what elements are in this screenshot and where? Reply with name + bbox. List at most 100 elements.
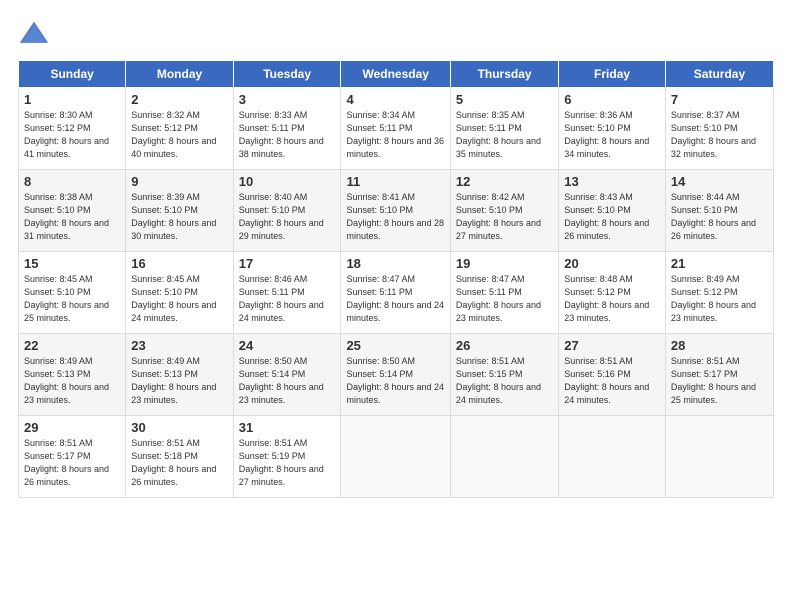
weekday-sunday: Sunday <box>19 61 126 88</box>
day-info: Sunrise: 8:51 AM Sunset: 5:15 PM Dayligh… <box>456 355 553 407</box>
calendar-cell: 31 Sunrise: 8:51 AM Sunset: 5:19 PM Dayl… <box>233 416 341 498</box>
weekday-thursday: Thursday <box>450 61 558 88</box>
calendar-cell: 25 Sunrise: 8:50 AM Sunset: 5:14 PM Dayl… <box>341 334 450 416</box>
calendar: SundayMondayTuesdayWednesdayThursdayFrid… <box>18 60 774 498</box>
calendar-cell: 4 Sunrise: 8:34 AM Sunset: 5:11 PM Dayli… <box>341 88 450 170</box>
day-number: 17 <box>239 256 336 271</box>
day-info: Sunrise: 8:47 AM Sunset: 5:11 PM Dayligh… <box>456 273 553 325</box>
header <box>18 18 774 50</box>
day-number: 2 <box>131 92 227 107</box>
day-info: Sunrise: 8:33 AM Sunset: 5:11 PM Dayligh… <box>239 109 336 161</box>
day-number: 29 <box>24 420 120 435</box>
day-number: 1 <box>24 92 120 107</box>
calendar-cell: 3 Sunrise: 8:33 AM Sunset: 5:11 PM Dayli… <box>233 88 341 170</box>
day-number: 12 <box>456 174 553 189</box>
day-number: 4 <box>346 92 444 107</box>
calendar-cell: 2 Sunrise: 8:32 AM Sunset: 5:12 PM Dayli… <box>126 88 233 170</box>
weekday-tuesday: Tuesday <box>233 61 341 88</box>
day-number: 31 <box>239 420 336 435</box>
day-info: Sunrise: 8:38 AM Sunset: 5:10 PM Dayligh… <box>24 191 120 243</box>
day-info: Sunrise: 8:47 AM Sunset: 5:11 PM Dayligh… <box>346 273 444 325</box>
day-info: Sunrise: 8:40 AM Sunset: 5:10 PM Dayligh… <box>239 191 336 243</box>
day-info: Sunrise: 8:51 AM Sunset: 5:19 PM Dayligh… <box>239 437 336 489</box>
calendar-cell <box>559 416 666 498</box>
calendar-cell: 18 Sunrise: 8:47 AM Sunset: 5:11 PM Dayl… <box>341 252 450 334</box>
day-info: Sunrise: 8:45 AM Sunset: 5:10 PM Dayligh… <box>131 273 227 325</box>
day-info: Sunrise: 8:49 AM Sunset: 5:13 PM Dayligh… <box>24 355 120 407</box>
calendar-cell: 14 Sunrise: 8:44 AM Sunset: 5:10 PM Dayl… <box>665 170 773 252</box>
day-info: Sunrise: 8:51 AM Sunset: 5:18 PM Dayligh… <box>131 437 227 489</box>
calendar-cell: 13 Sunrise: 8:43 AM Sunset: 5:10 PM Dayl… <box>559 170 666 252</box>
calendar-cell: 16 Sunrise: 8:45 AM Sunset: 5:10 PM Dayl… <box>126 252 233 334</box>
calendar-cell: 9 Sunrise: 8:39 AM Sunset: 5:10 PM Dayli… <box>126 170 233 252</box>
day-info: Sunrise: 8:51 AM Sunset: 5:17 PM Dayligh… <box>24 437 120 489</box>
calendar-cell: 5 Sunrise: 8:35 AM Sunset: 5:11 PM Dayli… <box>450 88 558 170</box>
calendar-cell: 26 Sunrise: 8:51 AM Sunset: 5:15 PM Dayl… <box>450 334 558 416</box>
calendar-week-3: 15 Sunrise: 8:45 AM Sunset: 5:10 PM Dayl… <box>19 252 774 334</box>
day-number: 6 <box>564 92 660 107</box>
day-info: Sunrise: 8:36 AM Sunset: 5:10 PM Dayligh… <box>564 109 660 161</box>
calendar-body: 1 Sunrise: 8:30 AM Sunset: 5:12 PM Dayli… <box>19 88 774 498</box>
calendar-week-4: 22 Sunrise: 8:49 AM Sunset: 5:13 PM Dayl… <box>19 334 774 416</box>
weekday-saturday: Saturday <box>665 61 773 88</box>
calendar-cell: 28 Sunrise: 8:51 AM Sunset: 5:17 PM Dayl… <box>665 334 773 416</box>
calendar-week-1: 1 Sunrise: 8:30 AM Sunset: 5:12 PM Dayli… <box>19 88 774 170</box>
calendar-week-5: 29 Sunrise: 8:51 AM Sunset: 5:17 PM Dayl… <box>19 416 774 498</box>
day-info: Sunrise: 8:39 AM Sunset: 5:10 PM Dayligh… <box>131 191 227 243</box>
day-number: 22 <box>24 338 120 353</box>
day-number: 30 <box>131 420 227 435</box>
day-number: 7 <box>671 92 768 107</box>
day-number: 13 <box>564 174 660 189</box>
day-info: Sunrise: 8:49 AM Sunset: 5:13 PM Dayligh… <box>131 355 227 407</box>
weekday-wednesday: Wednesday <box>341 61 450 88</box>
day-number: 3 <box>239 92 336 107</box>
day-info: Sunrise: 8:45 AM Sunset: 5:10 PM Dayligh… <box>24 273 120 325</box>
logo-icon <box>18 18 50 50</box>
weekday-header-row: SundayMondayTuesdayWednesdayThursdayFrid… <box>19 61 774 88</box>
day-number: 5 <box>456 92 553 107</box>
weekday-friday: Friday <box>559 61 666 88</box>
day-info: Sunrise: 8:51 AM Sunset: 5:17 PM Dayligh… <box>671 355 768 407</box>
calendar-cell: 15 Sunrise: 8:45 AM Sunset: 5:10 PM Dayl… <box>19 252 126 334</box>
day-number: 14 <box>671 174 768 189</box>
calendar-cell: 1 Sunrise: 8:30 AM Sunset: 5:12 PM Dayli… <box>19 88 126 170</box>
day-info: Sunrise: 8:46 AM Sunset: 5:11 PM Dayligh… <box>239 273 336 325</box>
day-number: 18 <box>346 256 444 271</box>
calendar-cell: 17 Sunrise: 8:46 AM Sunset: 5:11 PM Dayl… <box>233 252 341 334</box>
day-info: Sunrise: 8:37 AM Sunset: 5:10 PM Dayligh… <box>671 109 768 161</box>
calendar-cell: 29 Sunrise: 8:51 AM Sunset: 5:17 PM Dayl… <box>19 416 126 498</box>
day-number: 9 <box>131 174 227 189</box>
calendar-cell: 19 Sunrise: 8:47 AM Sunset: 5:11 PM Dayl… <box>450 252 558 334</box>
day-number: 11 <box>346 174 444 189</box>
day-number: 28 <box>671 338 768 353</box>
calendar-cell: 23 Sunrise: 8:49 AM Sunset: 5:13 PM Dayl… <box>126 334 233 416</box>
calendar-week-2: 8 Sunrise: 8:38 AM Sunset: 5:10 PM Dayli… <box>19 170 774 252</box>
day-number: 15 <box>24 256 120 271</box>
day-info: Sunrise: 8:43 AM Sunset: 5:10 PM Dayligh… <box>564 191 660 243</box>
day-info: Sunrise: 8:34 AM Sunset: 5:11 PM Dayligh… <box>346 109 444 161</box>
calendar-cell: 21 Sunrise: 8:49 AM Sunset: 5:12 PM Dayl… <box>665 252 773 334</box>
day-number: 24 <box>239 338 336 353</box>
day-number: 26 <box>456 338 553 353</box>
calendar-cell: 6 Sunrise: 8:36 AM Sunset: 5:10 PM Dayli… <box>559 88 666 170</box>
calendar-header: SundayMondayTuesdayWednesdayThursdayFrid… <box>19 61 774 88</box>
day-info: Sunrise: 8:49 AM Sunset: 5:12 PM Dayligh… <box>671 273 768 325</box>
day-number: 23 <box>131 338 227 353</box>
calendar-cell: 27 Sunrise: 8:51 AM Sunset: 5:16 PM Dayl… <box>559 334 666 416</box>
calendar-cell: 22 Sunrise: 8:49 AM Sunset: 5:13 PM Dayl… <box>19 334 126 416</box>
day-info: Sunrise: 8:42 AM Sunset: 5:10 PM Dayligh… <box>456 191 553 243</box>
day-info: Sunrise: 8:32 AM Sunset: 5:12 PM Dayligh… <box>131 109 227 161</box>
day-info: Sunrise: 8:51 AM Sunset: 5:16 PM Dayligh… <box>564 355 660 407</box>
day-number: 19 <box>456 256 553 271</box>
day-number: 10 <box>239 174 336 189</box>
day-info: Sunrise: 8:50 AM Sunset: 5:14 PM Dayligh… <box>346 355 444 407</box>
day-info: Sunrise: 8:41 AM Sunset: 5:10 PM Dayligh… <box>346 191 444 243</box>
calendar-cell <box>450 416 558 498</box>
day-number: 27 <box>564 338 660 353</box>
day-info: Sunrise: 8:48 AM Sunset: 5:12 PM Dayligh… <box>564 273 660 325</box>
calendar-cell <box>665 416 773 498</box>
calendar-cell <box>341 416 450 498</box>
calendar-cell: 7 Sunrise: 8:37 AM Sunset: 5:10 PM Dayli… <box>665 88 773 170</box>
calendar-cell: 10 Sunrise: 8:40 AM Sunset: 5:10 PM Dayl… <box>233 170 341 252</box>
day-number: 21 <box>671 256 768 271</box>
